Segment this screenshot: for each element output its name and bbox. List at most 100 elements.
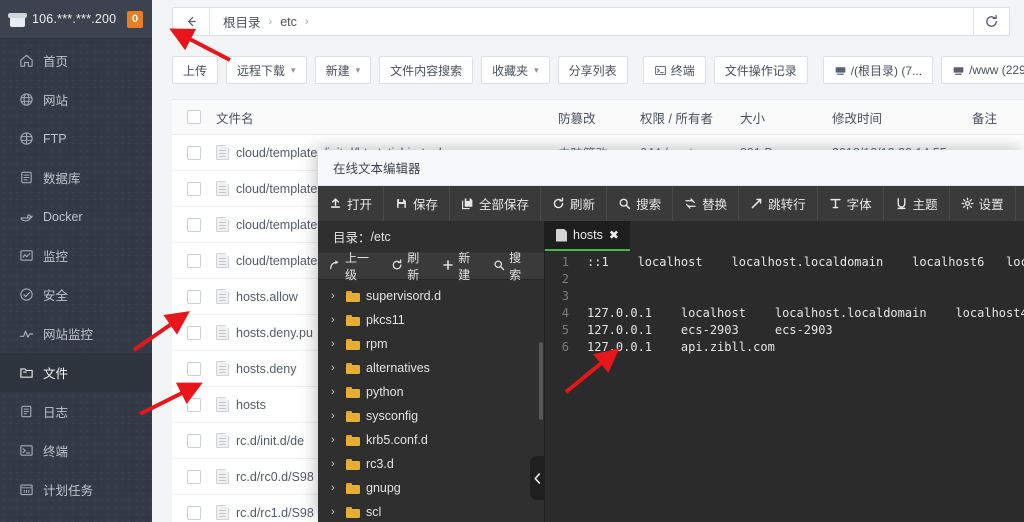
- tree-node[interactable]: ›rc3.d: [318, 452, 544, 476]
- sidebar-item-1[interactable]: 首页: [0, 41, 152, 80]
- sidebar-item-12[interactable]: 计划任务: [0, 470, 152, 509]
- back-button[interactable]: [173, 8, 210, 35]
- chevron-right-icon[interactable]: ›: [331, 362, 340, 374]
- sidebar-item-2[interactable]: 网站: [0, 80, 152, 119]
- tree-node[interactable]: ›krb5.conf.d: [318, 428, 544, 452]
- chevron-right-icon[interactable]: ›: [331, 458, 340, 470]
- toolbar-button-2[interactable]: 远程下载▾: [226, 56, 307, 84]
- tree-node[interactable]: ›pkcs11: [318, 308, 544, 332]
- sidebar-item-6[interactable]: 监控: [0, 236, 152, 275]
- sidebar-item-10[interactable]: 日志: [0, 392, 152, 431]
- select-all-checkbox[interactable]: [187, 110, 201, 124]
- chevron-right-icon[interactable]: ›: [331, 290, 340, 302]
- toolbar-button-5[interactable]: 收藏夹▾: [481, 56, 550, 84]
- close-icon[interactable]: ✖: [609, 228, 619, 242]
- column-header-modified-time[interactable]: 修改时间: [832, 108, 972, 127]
- search-icon: [493, 259, 505, 271]
- row-checkbox[interactable]: [187, 146, 201, 160]
- line-text[interactable]: 127.0.0.1 ecs-2903 ecs-2903: [578, 322, 1024, 339]
- notification-badge[interactable]: 0: [127, 11, 143, 28]
- row-checkbox[interactable]: [187, 254, 201, 268]
- row-checkbox[interactable]: [187, 506, 201, 520]
- editor-tool-全部保存[interactable]: 全部保存: [450, 186, 541, 221]
- breadcrumb-item-etc[interactable]: etc: [280, 15, 297, 29]
- editor-tool-设置[interactable]: 设置: [950, 186, 1016, 221]
- column-header-name[interactable]: 文件名: [216, 108, 558, 127]
- line-text[interactable]: 127.0.0.1 localhost localhost.localdomai…: [578, 305, 1024, 322]
- row-checkbox[interactable]: [187, 326, 201, 340]
- sidebar-item-7[interactable]: 安全: [0, 275, 152, 314]
- tree-node[interactable]: ›sysconfig: [318, 404, 544, 428]
- tree-scrollbar[interactable]: [539, 342, 543, 420]
- chevron-right-icon[interactable]: ›: [331, 314, 340, 326]
- sidebar-item-8[interactable]: 网站监控: [0, 314, 152, 353]
- tree-op-刷新[interactable]: 刷新: [391, 249, 429, 283]
- plus-icon: [442, 259, 454, 271]
- line-text[interactable]: [578, 288, 1024, 305]
- toolbar-button-4[interactable]: 文件内容搜索: [379, 56, 473, 84]
- row-checkbox[interactable]: [187, 470, 201, 484]
- row-checkbox[interactable]: [187, 290, 201, 304]
- toolbar-button-6[interactable]: 分享列表: [558, 56, 628, 84]
- chevron-right-icon[interactable]: ›: [331, 410, 340, 422]
- sidebar-item-5[interactable]: Docker: [0, 197, 152, 236]
- tree-node[interactable]: ›supervisord.d: [318, 284, 544, 308]
- row-checkbox[interactable]: [187, 362, 201, 376]
- folder-icon: [346, 507, 360, 518]
- sidebar-item-13[interactable]: 软件商店: [0, 509, 152, 522]
- save-icon: [395, 197, 408, 210]
- file-icon: [216, 361, 229, 376]
- chevron-right-icon[interactable]: ›: [331, 482, 340, 494]
- tree-operations: 上一级刷新新建搜索: [318, 252, 544, 280]
- toolbar-button-8[interactable]: 文件操作记录: [714, 56, 808, 84]
- editor-tool-搜索[interactable]: 搜索: [607, 186, 673, 221]
- refresh-button[interactable]: [973, 8, 1009, 35]
- toolbar-button-7[interactable]: 终端: [643, 56, 706, 84]
- toolbar-button-1[interactable]: 上传: [172, 56, 218, 84]
- code-content[interactable]: 1::1 localhost localhost.localdomain loc…: [545, 251, 1024, 356]
- editor-tool-help[interactable]: [1016, 186, 1024, 221]
- editor-tool-替换[interactable]: 替换: [673, 186, 739, 221]
- editor-tool-保存[interactable]: 保存: [384, 186, 450, 221]
- home-icon: [19, 53, 34, 68]
- row-checkbox[interactable]: [187, 218, 201, 232]
- chevron-right-icon[interactable]: ›: [331, 338, 340, 350]
- toolbar-button-3[interactable]: 新建▾: [315, 56, 372, 84]
- sidebar-item-11[interactable]: 终端: [0, 431, 152, 470]
- sidebar-item-4[interactable]: 数据库: [0, 158, 152, 197]
- breadcrumb-item-root[interactable]: 根目录: [223, 12, 261, 31]
- tree-op-上一级[interactable]: 上一级: [329, 249, 378, 283]
- row-checkbox[interactable]: [187, 182, 201, 196]
- editor-tool-字体[interactable]: 字体: [818, 186, 884, 221]
- row-checkbox[interactable]: [187, 434, 201, 448]
- chevron-right-icon[interactable]: ›: [331, 506, 340, 518]
- column-header-permission-owner[interactable]: 权限 / 所有者: [640, 108, 740, 127]
- collapse-tree-handle[interactable]: [530, 456, 545, 500]
- chevron-right-icon[interactable]: ›: [331, 386, 340, 398]
- tree-node[interactable]: ›python: [318, 380, 544, 404]
- row-checkbox[interactable]: [187, 398, 201, 412]
- line-text[interactable]: [578, 271, 1024, 288]
- tree-op-新建[interactable]: 新建: [442, 249, 480, 283]
- tree-op-搜索[interactable]: 搜索: [493, 249, 531, 283]
- toolbar-button-9[interactable]: /(根目录) (7...: [823, 56, 933, 84]
- tree-node[interactable]: ›rpm: [318, 332, 544, 356]
- editor-tool-跳转行[interactable]: 跳转行: [739, 186, 818, 221]
- line-text[interactable]: ::1 localhost localhost.localdomain loca…: [578, 254, 1024, 271]
- column-header-anti-tamper[interactable]: 防篡改: [558, 108, 640, 127]
- editor-tool-打开[interactable]: 打开: [318, 186, 384, 221]
- editor-tool-刷新[interactable]: 刷新: [541, 186, 607, 221]
- tree-node[interactable]: ›gnupg: [318, 476, 544, 500]
- tree-node[interactable]: ›scl: [318, 500, 544, 522]
- column-header-memo[interactable]: 备注: [972, 108, 1024, 127]
- editor-tab-hosts[interactable]: hosts ✖: [545, 221, 630, 251]
- refresh-icon: [552, 197, 565, 210]
- column-header-size[interactable]: 大小: [740, 108, 832, 127]
- line-text[interactable]: 127.0.0.1 api.zibll.com: [578, 339, 1024, 356]
- sidebar-item-3[interactable]: FTP: [0, 119, 152, 158]
- tree-node[interactable]: ›alternatives: [318, 356, 544, 380]
- toolbar-button-10[interactable]: /www (229G): [941, 56, 1024, 84]
- chevron-right-icon[interactable]: ›: [331, 434, 340, 446]
- editor-tool-主题[interactable]: 主题: [884, 186, 950, 221]
- sidebar-item-9[interactable]: 文件: [0, 353, 152, 392]
